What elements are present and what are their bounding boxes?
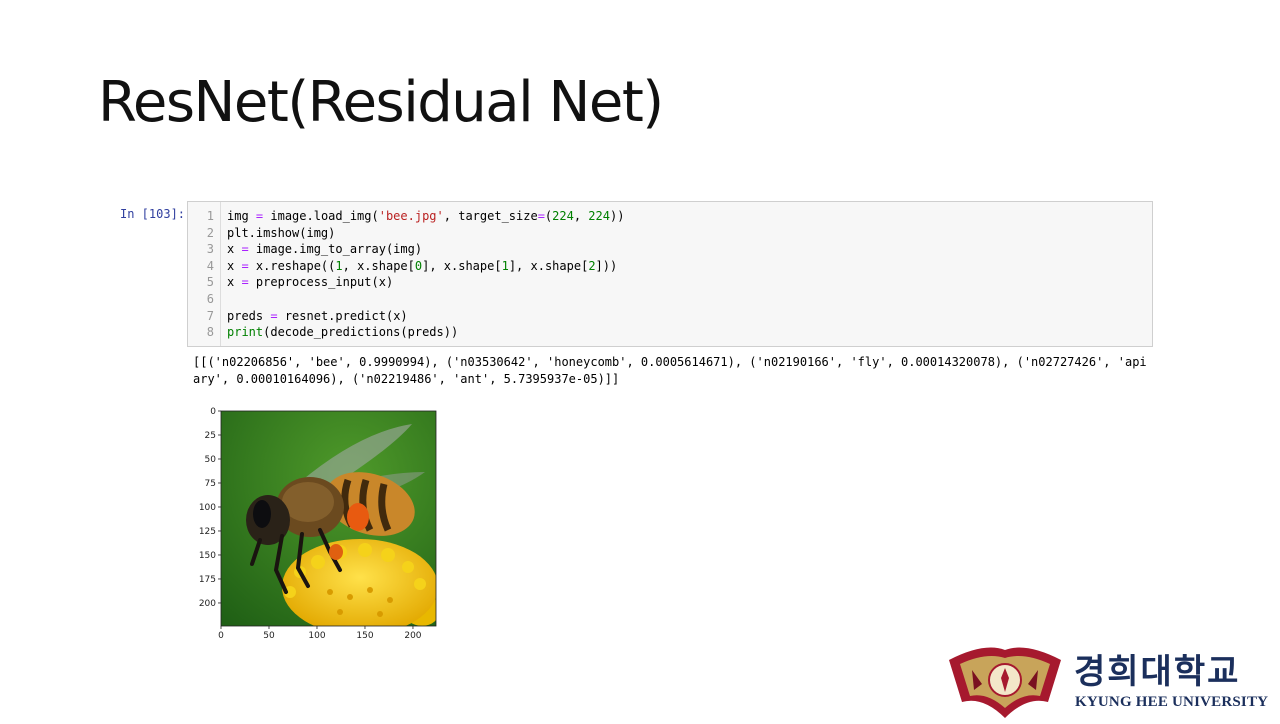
x-tick-label: 0 — [218, 631, 224, 641]
line-number: 5 — [206, 275, 214, 290]
y-tick-label: 200 — [199, 599, 216, 609]
y-tick-label: 150 — [199, 551, 216, 561]
line-number: 3 — [206, 242, 214, 257]
line-number: 1 — [206, 209, 214, 223]
x-axis-ticks: 0 50 100 150 200 — [218, 626, 422, 641]
code-text[interactable]: preds = resnet.predict(x) — [227, 308, 408, 325]
line-number: 6 — [206, 292, 214, 306]
code-cell[interactable]: 1 img = image.load_img('bee.jpg', target_… — [187, 201, 1153, 347]
x-tick-label: 100 — [308, 631, 325, 641]
code-text[interactable]: plt.imshow(img) — [227, 225, 335, 242]
y-tick-label: 100 — [199, 503, 216, 513]
code-text[interactable]: x = x.reshape((1, x.shape[0], x.shape[1]… — [227, 258, 617, 275]
y-tick-label: 50 — [205, 455, 217, 465]
line-number: 2 — [206, 225, 214, 240]
x-tick-label: 150 — [356, 631, 373, 641]
y-tick-label: 125 — [199, 527, 216, 537]
code-text[interactable]: x = image.img_to_array(img) — [227, 241, 422, 258]
cell-output: [[('n02206856', 'bee', 0.9990994), ('n03… — [193, 355, 1147, 386]
x-tick-label: 200 — [404, 631, 421, 641]
university-logo: 경희대학교 KYUNG HEE UNIVERSITY — [944, 640, 1274, 720]
y-tick-label: 175 — [199, 575, 216, 585]
y-axis-ticks: 0 25 50 75 100 125 150 175 200 — [199, 407, 221, 609]
logo-korean-text: 경희대학교 — [1074, 652, 1241, 692]
slide-title: ResNet(Residual Net) — [98, 70, 664, 135]
code-text[interactable]: x = preprocess_input(x) — [227, 274, 393, 291]
code-text[interactable]: img = image.load_img('bee.jpg', target_s… — [227, 208, 624, 225]
line-number: 8 — [206, 325, 214, 340]
plot-svg: 0 25 50 75 100 125 150 175 200 0 50 100 150 200 — [199, 407, 437, 641]
y-tick-label: 75 — [205, 479, 216, 489]
cell-prompt: In [103]: — [120, 207, 186, 221]
code-text[interactable]: print(decode_predictions(preds)) — [227, 324, 458, 341]
logo-english-text: KYUNG HEE UNIVERSITY — [1075, 694, 1269, 710]
imshow-plot: 0 25 50 75 100 125 150 175 200 0 50 100 150 200 — [190, 402, 450, 651]
university-emblem-icon — [949, 647, 1061, 718]
bee-image — [221, 411, 436, 626]
line-number: 7 — [206, 308, 214, 323]
x-tick-label: 50 — [263, 631, 275, 641]
y-tick-label: 0 — [210, 407, 216, 417]
y-tick-label: 25 — [205, 431, 216, 441]
line-number: 4 — [206, 258, 214, 273]
